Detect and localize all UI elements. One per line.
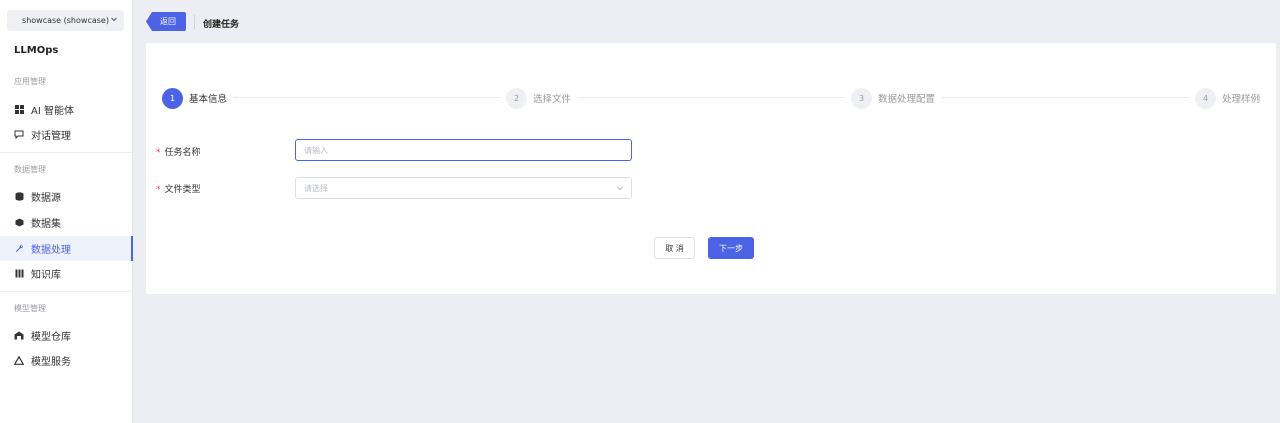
- sidebar-item-label: 数据集: [31, 219, 61, 230]
- step-number: 2: [506, 87, 527, 109]
- chevron-down-icon: [111, 17, 117, 22]
- step-label: 处理样例: [1222, 94, 1261, 105]
- form-card: 1 基本信息 2 选择文件 3 数据处理配置 4 处理样例 *任务名称 *文件类…: [146, 43, 1276, 294]
- sidebar: showcase (showcase) LLMOps 应用管理 AI 智能体 对…: [0, 0, 133, 423]
- step-connector: [233, 97, 500, 98]
- sidebar-item-label: 对话管理: [31, 131, 71, 142]
- triangle-icon: [14, 356, 24, 366]
- sidebar-item-ai-agent[interactable]: AI 智能体: [0, 97, 133, 122]
- next-step-button[interactable]: 下一步: [708, 237, 754, 259]
- step-connector: [578, 97, 844, 98]
- sidebar-item-data-processing[interactable]: 数据处理: [0, 236, 133, 261]
- step-number: 1: [162, 87, 183, 109]
- sidebar-item-knowledge-base[interactable]: 知识库: [0, 261, 133, 286]
- task-name-input[interactable]: [295, 139, 632, 161]
- group-title-model: 模型管理: [14, 304, 46, 313]
- step-number: 3: [851, 87, 872, 109]
- step-select-file: 2 选择文件: [506, 87, 571, 109]
- library-icon: [14, 269, 24, 279]
- file-type-placeholder: 请选择: [304, 183, 328, 193]
- wrench-icon: [14, 244, 24, 254]
- required-mark: *: [156, 185, 161, 195]
- sidebar-item-label: 知识库: [31, 270, 61, 281]
- file-type-label-text: 文件类型: [164, 185, 201, 195]
- cube-icon: [14, 218, 24, 228]
- task-name-label: * 任务名称: [156, 145, 201, 158]
- group-title-app: 应用管理: [14, 77, 46, 86]
- grid-icon: [14, 105, 24, 115]
- file-type-label: * 文件类型: [156, 182, 201, 195]
- sidebar-item-label: AI 智能体: [31, 106, 74, 117]
- sidebar-item-label: 数据处理: [31, 245, 71, 256]
- step-label: 数据处理配置: [878, 94, 936, 105]
- file-type-select[interactable]: 请选择: [295, 177, 632, 199]
- task-name-label-text: 任务名称: [164, 148, 201, 158]
- cancel-button[interactable]: 取 消: [654, 237, 695, 259]
- sidebar-item-model-repo[interactable]: 模型仓库: [0, 323, 133, 348]
- step-number: 4: [1195, 87, 1216, 109]
- brand-name: LLMOps: [14, 45, 59, 56]
- sidebar-divider: [0, 291, 132, 292]
- sidebar-item-label: 模型仓库: [31, 332, 71, 343]
- back-button[interactable]: 返回: [146, 12, 186, 31]
- sidebar-item-label: 数据源: [31, 193, 61, 204]
- sidebar-divider: [0, 152, 132, 153]
- step-label: 选择文件: [533, 94, 572, 105]
- sidebar-item-dataset[interactable]: 数据集: [0, 210, 133, 235]
- chat-icon: [14, 130, 24, 140]
- chevron-down-icon: [617, 186, 623, 191]
- step-basic-info: 1 基本信息: [162, 87, 227, 109]
- sidebar-item-datasource[interactable]: 数据源: [0, 184, 133, 209]
- step-label: 基本信息: [189, 94, 228, 105]
- header-divider: [194, 15, 195, 29]
- step-connector: [941, 97, 1189, 98]
- project-select-value: showcase (showcase): [22, 16, 109, 25]
- project-select[interactable]: showcase (showcase): [7, 10, 124, 31]
- sidebar-item-label: 模型服务: [31, 357, 71, 368]
- page-title: 创建任务: [203, 20, 240, 30]
- required-mark: *: [156, 148, 161, 158]
- warehouse-icon: [14, 331, 24, 341]
- group-title-data: 数据管理: [14, 165, 46, 174]
- sidebar-item-model-service[interactable]: 模型服务: [0, 348, 133, 373]
- step-processing-sample: 4 处理样例: [1195, 87, 1260, 109]
- step-processing-config: 3 数据处理配置: [851, 87, 935, 109]
- database-icon: [14, 192, 24, 202]
- sidebar-item-conversations[interactable]: 对话管理: [0, 122, 133, 147]
